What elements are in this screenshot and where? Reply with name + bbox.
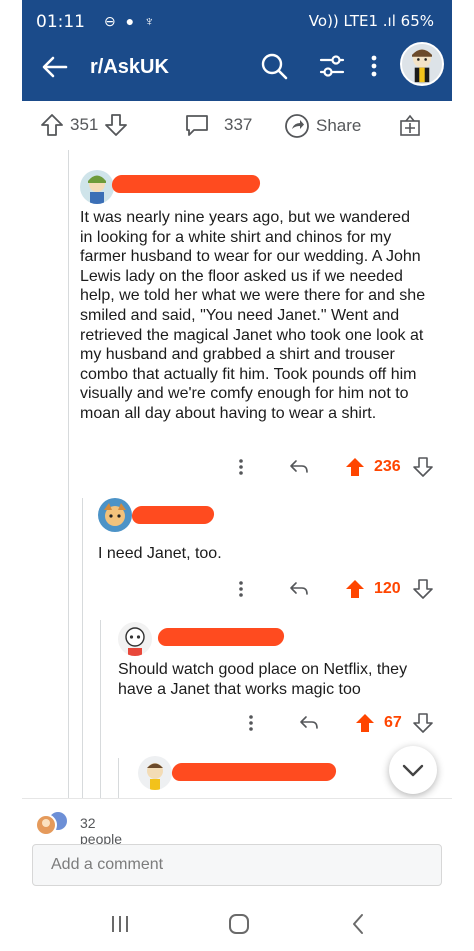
more-options-icon[interactable] — [246, 712, 256, 734]
reddit-thread-screen: 01:11 ⊖ ● ♆ Vo)) LTE1 .ıl 65% r/AskUK 35… — [0, 0, 474, 951]
thread-line-level-1[interactable] — [68, 150, 69, 798]
comment-actions: 120 — [236, 578, 436, 602]
redacted-username — [171, 763, 337, 781]
thread-line-level-3[interactable] — [100, 620, 101, 798]
comment-composer-panel: 32 people are here Add a comment — [22, 798, 452, 908]
more-options-icon[interactable] — [236, 578, 246, 600]
status-notification-icons: ⊖ ● ♆ — [104, 13, 158, 29]
nav-bar: r/AskUK — [22, 42, 452, 96]
comment-count: 337 — [224, 115, 253, 134]
comment-body: It was nearly nine years ago, but we wan… — [80, 209, 426, 422]
thread-line-level-2[interactable] — [82, 498, 83, 798]
comment-actions: 67 — [246, 712, 446, 736]
reply-icon[interactable] — [288, 456, 310, 478]
system-navigation-bar — [0, 908, 474, 951]
more-options-icon[interactable] — [368, 52, 380, 80]
upvote-icon[interactable] — [40, 113, 64, 137]
status-signal-battery: Vo)) LTE1 .ıl 65% — [308, 12, 434, 30]
upvote-filled-icon[interactable] — [344, 456, 366, 478]
downvote-icon[interactable] — [412, 578, 434, 600]
comments-button[interactable]: 337 — [184, 113, 252, 137]
comment-body: Should watch good place on Netflix, they… — [118, 661, 408, 698]
status-time: 01:11 — [36, 12, 85, 32]
comment-score: 120 — [374, 580, 401, 597]
status-bar: 01:11 ⊖ ● ♆ Vo)) LTE1 .ıl 65% — [22, 0, 452, 40]
comment-bubble-icon — [186, 115, 208, 136]
upvote-filled-icon[interactable] — [354, 712, 376, 734]
more-options-icon[interactable] — [236, 456, 246, 478]
comment-body: I need Janet, too. — [98, 545, 222, 562]
reply-icon[interactable] — [288, 578, 310, 600]
home-icon[interactable] — [228, 912, 250, 936]
reply-icon[interactable] — [298, 712, 320, 734]
redacted-username — [157, 628, 285, 646]
subreddit-title[interactable]: r/AskUK — [90, 56, 169, 79]
comment-actions: 236 — [236, 456, 436, 480]
post-action-bar: 351 337 Share — [22, 105, 452, 147]
comment-score: 236 — [374, 458, 401, 475]
redacted-username — [131, 506, 215, 524]
downvote-icon[interactable] — [412, 456, 434, 478]
chevron-down-icon — [402, 764, 424, 777]
back-arrow-icon[interactable] — [40, 52, 70, 82]
comment-avatar[interactable] — [98, 498, 132, 532]
upvote-filled-icon[interactable] — [344, 578, 366, 600]
share-button[interactable]: Share — [284, 113, 361, 139]
share-icon — [285, 114, 309, 138]
app-header: 01:11 ⊖ ● ♆ Vo)) LTE1 .ıl 65% r/AskUK — [22, 0, 452, 101]
comment-avatar[interactable] — [138, 756, 172, 790]
search-icon[interactable] — [260, 52, 288, 80]
downvote-icon[interactable] — [104, 113, 128, 137]
comment-avatar[interactable] — [80, 170, 114, 204]
recent-apps-icon[interactable] — [110, 912, 130, 936]
avatars-stack-icon — [35, 812, 67, 835]
downvote-icon[interactable] — [412, 712, 434, 734]
filter-sort-icon[interactable] — [318, 52, 346, 80]
award-icon[interactable] — [398, 113, 422, 137]
post-score: 351 — [70, 115, 99, 134]
share-label: Share — [316, 116, 362, 135]
redacted-username — [111, 175, 261, 193]
add-comment-input[interactable]: Add a comment — [32, 844, 442, 886]
thread-line-level-4[interactable] — [118, 758, 119, 798]
next-comment-button[interactable] — [389, 746, 437, 794]
vote-group: 351 — [40, 113, 128, 137]
user-avatar[interactable] — [400, 42, 444, 86]
back-nav-icon[interactable] — [350, 912, 366, 936]
comment-score: 67 — [384, 714, 402, 731]
comment-avatar[interactable] — [118, 622, 152, 656]
